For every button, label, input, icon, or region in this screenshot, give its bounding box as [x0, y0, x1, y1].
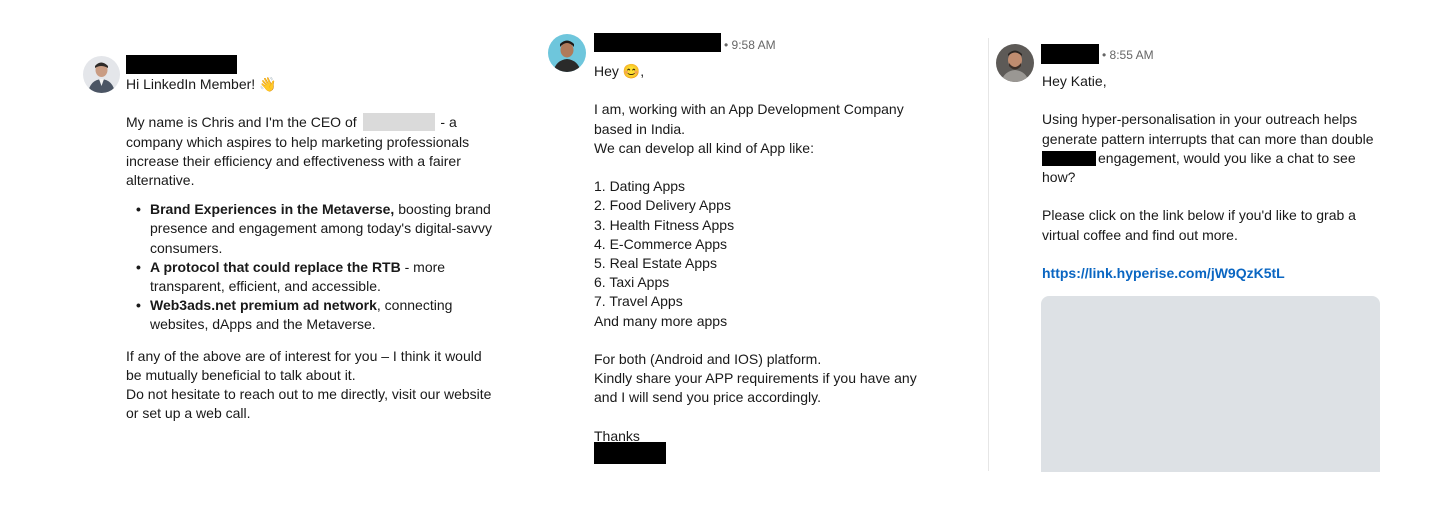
sender-avatar[interactable] [996, 44, 1034, 82]
person-avatar-icon [548, 34, 586, 72]
intro-paragraph: My name is Chris and I'm the CEO of - a … [126, 113, 470, 188]
list-item: • Web3ads.net premium ad network, connect… [136, 297, 453, 333]
list-item: 7. Travel Apps [594, 293, 683, 310]
person-photo-icon [996, 44, 1034, 82]
feature-list: • Brand Experiences in the Metaverse, boo… [136, 200, 498, 334]
sender-name-redacted [594, 33, 721, 52]
closing-paragraph: If any of the above are of interest for … [126, 347, 482, 383]
list-item: 6. Taxi Apps [594, 274, 670, 291]
link-preview-image[interactable] [1041, 296, 1380, 472]
list-item: 4. E-Commerce Apps [594, 235, 728, 252]
list-item: And many more apps [594, 312, 728, 329]
message-body: Hey Katie, Using hyper-personalisation i… [1042, 72, 1387, 283]
message-body: Hi LinkedIn Member! 👋 My name is Chris a… [126, 75, 498, 423]
list-item: 2. Food Delivery Apps [594, 197, 731, 214]
sender-avatar[interactable] [548, 34, 586, 72]
booking-link[interactable]: https://link.hyperise.com/jW9QzK5tL [1042, 265, 1285, 281]
company-name-redacted [362, 113, 435, 132]
greeting: Hey 😊, [594, 63, 645, 79]
panel-divider [988, 38, 989, 471]
pitch-paragraph: Using hyper-personalisation in your outr… [1042, 111, 1374, 185]
message-body: Hey 😊, I am, working with an App Develop… [594, 62, 934, 446]
message-timestamp: • 8:55 AM [1102, 48, 1154, 62]
list-item: • A protocol that could replace the RTB -… [136, 258, 446, 295]
greeting: Hey Katie, [1042, 73, 1107, 89]
company-name-redacted [1042, 150, 1096, 166]
sender-name-redacted [1041, 44, 1099, 64]
cta-paragraph: Please click on the link below if you'd … [1042, 207, 1356, 243]
person-photo-icon [83, 56, 120, 93]
sender-avatar[interactable] [83, 56, 120, 93]
greeting: Hi LinkedIn Member! 👋 [126, 76, 277, 92]
list-item: 1. Dating Apps [594, 178, 686, 195]
signature-redacted [594, 442, 666, 464]
closing-paragraph: Do not hesitate to reach out to me direc… [126, 386, 492, 422]
message-timestamp: • 9:58 AM [724, 38, 776, 52]
list-item: 3. Health Fitness Apps [594, 216, 735, 233]
sender-name-redacted [126, 55, 237, 74]
list-item: • Brand Experiences in the Metaverse, boo… [136, 201, 492, 256]
list-item: 5. Real Estate Apps [594, 255, 717, 271]
